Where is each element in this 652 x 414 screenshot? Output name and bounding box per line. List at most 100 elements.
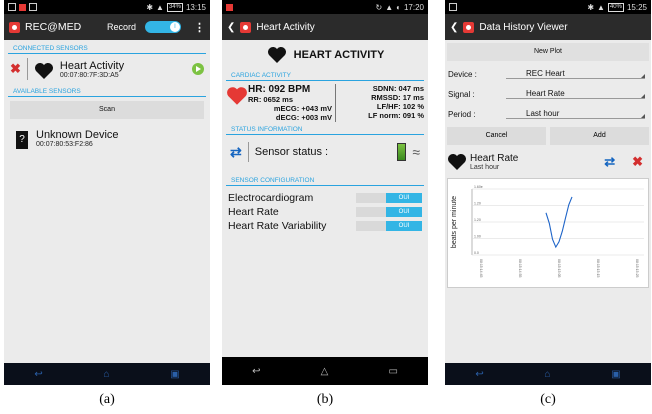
refresh-icon[interactable]: ⇄ [230, 144, 242, 161]
y-tick-label: 1.20 [474, 202, 481, 206]
y-tick-label: 1.20 [474, 218, 481, 222]
plot-area: beats per minute 1.60e 1.20 1.20 1.00 0.0 08:1… [447, 178, 649, 288]
config-row-ecg: Electrocardiogram OUI [222, 191, 428, 205]
add-button[interactable]: Add [550, 127, 649, 145]
x-tick-label: 08:15:15:05 [557, 259, 561, 278]
available-sensors-header: AVAILABLE SENSORS [8, 86, 206, 97]
mecg-value: mECG: +043 mV [273, 104, 332, 113]
phone-screen-b: ↻ ▲ ◐ 17:20 ❮ Heart Activity HEART ACTIV… [222, 0, 428, 385]
sensor-configuration-header: SENSOR CONFIGURATION [226, 175, 424, 186]
bluetooth-icon: ✱ [146, 2, 154, 12]
phone-screen-a: ✱ ▲ 34% 13:15 REC@MED Record I ⋮ CONNECT… [4, 0, 210, 385]
y-tick-label: 1.00 [474, 235, 481, 239]
x-tick-label: 08:15:14:45 [479, 259, 483, 278]
period-select[interactable]: Last hour [506, 109, 645, 119]
overflow-menu-icon[interactable]: ⋮ [194, 21, 205, 34]
rmssd-value: RMSSD: 17 ms [371, 93, 424, 102]
back-chevron-icon[interactable]: ❮ [450, 22, 458, 33]
back-icon[interactable]: ↩ [252, 366, 260, 377]
connected-sensor-row[interactable]: ✖ Heart Activity 00:07:80:7F:3D:A5 [4, 54, 210, 84]
back-chevron-icon[interactable]: ❮ [227, 22, 235, 33]
lfnorm-value: LF norm: 091 % [368, 111, 424, 120]
disconnect-icon[interactable]: ✖ [10, 61, 21, 77]
hrv-toggle[interactable]: OUI [356, 221, 422, 231]
sync-icon: ↻ [375, 2, 383, 12]
heart-rate-toggle[interactable]: OUI [356, 207, 422, 217]
plot-title: Heart Rate [470, 153, 519, 164]
heart-rate-value: HR: 092 BPM [248, 84, 311, 95]
recent-apps-icon[interactable]: ▣ [170, 369, 179, 380]
recent-apps-icon[interactable]: ▣ [611, 369, 620, 380]
lfhf-value: LF/HF: 102 % [376, 102, 424, 111]
battery-circle-icon: ◐ [396, 2, 401, 12]
sensor-status-row: ⇄ Sensor status : ≈ [222, 135, 428, 169]
device-mac: 00:07:80:53:F2:86 [36, 141, 93, 148]
plot-subtitle: Last hour [470, 164, 500, 171]
recmed-logo-icon [9, 21, 20, 33]
home-icon[interactable]: △ [321, 366, 329, 377]
device-select[interactable]: REC Heart [506, 69, 645, 79]
scan-button[interactable]: Scan [10, 101, 204, 119]
divider [26, 58, 28, 80]
rr-value: RR: 0652 ms [248, 95, 294, 104]
play-icon[interactable] [192, 63, 204, 75]
recmed-logo-icon [240, 21, 252, 33]
app-bar: ❮ Heart Activity [222, 14, 428, 40]
cardiac-activity-header: CARDIAC ACTIVITY [226, 70, 424, 81]
caption-a: (a) [99, 392, 115, 407]
phone-screen-c: ✱ ▲ 40% 15:25 ❮ Data History Viewer New … [445, 0, 651, 385]
device-label: Device : [448, 69, 477, 79]
config-label: Heart Rate Variability [228, 220, 327, 232]
new-plot-button[interactable]: New Plot [447, 43, 649, 61]
period-label: Period : [448, 109, 476, 119]
recmed-logo-icon [463, 21, 475, 33]
status-bar: ✱ ▲ 40% 15:25 [445, 0, 651, 14]
status-information-header: STATUS INFORMATION [226, 124, 424, 135]
activity-title: HEART ACTIVITY [293, 49, 385, 61]
config-row-hrv: Heart Rate Variability OUI [222, 219, 428, 233]
cancel-button[interactable]: Cancel [447, 127, 546, 145]
x-tick-label: 08:15:15:15 [596, 259, 600, 278]
config-row-heart-rate: Heart Rate OUI [222, 205, 428, 219]
ecg-toggle[interactable]: OUI [356, 193, 422, 203]
y-tick-label: 0.0 [474, 251, 479, 255]
signal-select[interactable]: Heart Rate [506, 89, 645, 99]
refresh-icon[interactable]: ⇄ [604, 154, 615, 170]
caption-c: (c) [540, 392, 556, 407]
unknown-file-icon: ? [16, 131, 28, 149]
home-icon[interactable]: ⌂ [103, 369, 109, 380]
back-icon[interactable]: ↩ [34, 369, 42, 380]
device-row: Device : REC Heart [445, 64, 651, 84]
app-notification-icon [19, 3, 26, 11]
period-row: Period : Last hour [445, 104, 651, 124]
bluetooth-icon: ✱ [587, 2, 595, 12]
decg-value: dECG: +003 mV [275, 113, 332, 122]
recent-apps-icon[interactable]: ▭ [388, 366, 397, 377]
clock: 15:25 [626, 2, 647, 12]
square-notification-icon [449, 3, 457, 11]
app-bar: REC@MED Record I ⋮ [4, 14, 210, 40]
status-bar: ✱ ▲ 34% 13:15 [4, 0, 210, 14]
heart-icon [266, 46, 288, 64]
heart-rate-chart: beats per minute1.60e1.201.201.000.008:1… [451, 185, 644, 278]
sensor-name: Heart Activity [59, 59, 125, 72]
signal-icon: ▲ [385, 2, 394, 12]
square-notification-icon [29, 3, 37, 11]
clock: 17:20 [403, 2, 424, 12]
delete-plot-icon[interactable]: ✖ [632, 154, 643, 170]
connected-sensors-header: CONNECTED SENSORS [8, 43, 206, 54]
x-tick-label: 08:15:14:55 [518, 259, 522, 278]
divider [247, 142, 249, 162]
back-icon[interactable]: ↩ [475, 369, 483, 380]
navigation-bar: ↩ △ ▭ [222, 357, 428, 385]
activity-title-row: HEART ACTIVITY [222, 40, 428, 70]
sensor-status-label: Sensor status : [254, 146, 329, 158]
sensor-mac: 00:07:80:7F:3D:A5 [59, 71, 119, 79]
config-list: Electrocardiogram OUI Heart Rate OUI Hea… [222, 191, 428, 233]
wifi-signal-icon: ≈ [412, 144, 420, 160]
home-icon[interactable]: ⌂ [544, 369, 550, 380]
unknown-device-row[interactable]: ? Unknown Device 00:07:80:53:F2:86 [4, 123, 210, 155]
config-label: Electrocardiogram [228, 192, 314, 204]
navigation-bar: ↩ ⌂ ▣ [4, 363, 210, 385]
record-toggle[interactable]: I [145, 21, 181, 33]
